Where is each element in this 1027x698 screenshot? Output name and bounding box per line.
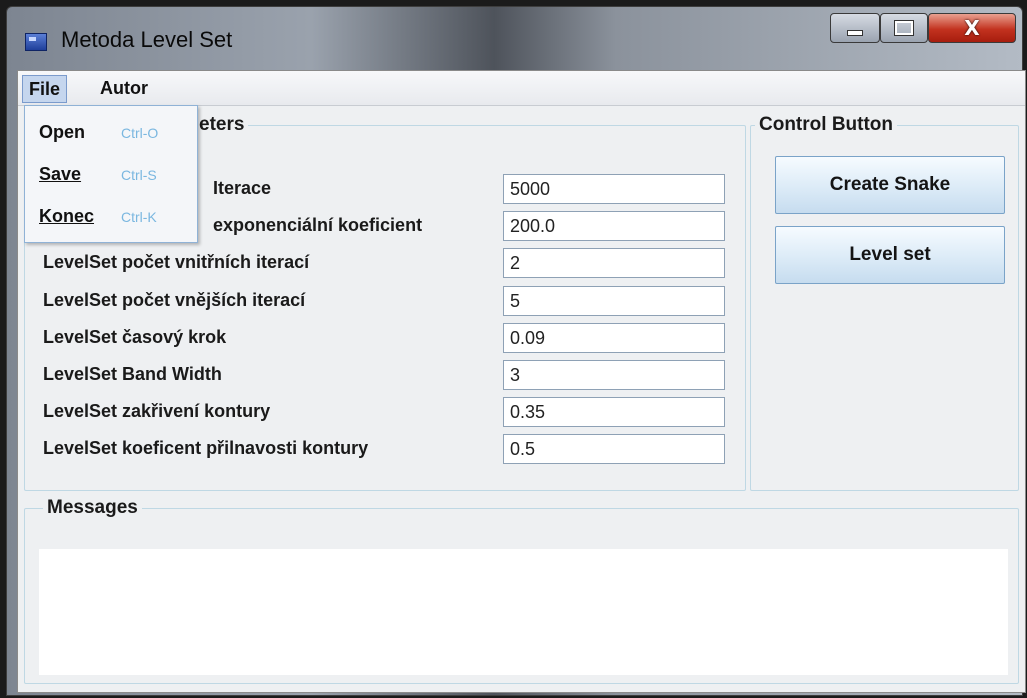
param-label-contour-curvature: LevelSet zakřivení kontury: [43, 401, 271, 421]
menu-item-open-label: Open: [39, 122, 86, 142]
inner-iterations-input[interactable]: [503, 248, 725, 278]
menu-item-open[interactable]: Open Ctrl-O: [25, 112, 197, 152]
menu-autor[interactable]: Autor: [94, 75, 154, 101]
menu-bar: File Autor: [18, 71, 1025, 106]
contour-curvature-input[interactable]: [503, 397, 725, 427]
param-label-inner-iterations: LevelSet počet vnitřních iterací: [43, 252, 310, 272]
iterace-input[interactable]: [503, 174, 725, 204]
outer-iterations-input[interactable]: [503, 286, 725, 316]
control-legend: Control Button: [755, 114, 898, 136]
band-width-input[interactable]: [503, 360, 725, 390]
menu-file[interactable]: File: [22, 75, 68, 103]
maximize-button[interactable]: [880, 13, 928, 43]
messages-text-area[interactable]: [39, 549, 1008, 675]
maximize-icon: [894, 20, 914, 36]
param-label-iterace: Iterace: [213, 178, 272, 198]
contour-adhesion-input[interactable]: [503, 434, 725, 464]
menu-item-save-label: Save: [39, 164, 82, 184]
create-snake-button[interactable]: Create Snake: [775, 156, 1005, 214]
close-button[interactable]: X: [928, 13, 1016, 43]
application-window: Metoda Level Set X File Autor eters Iter…: [6, 6, 1026, 696]
minimize-icon: [847, 30, 863, 36]
menu-item-konec[interactable]: Konec Ctrl-K: [25, 196, 197, 236]
control-panel: Control Button Create Snake Level set: [750, 114, 1019, 491]
messages-panel: Messages: [24, 497, 1019, 684]
param-label-exponential-coefficient: exponenciální koeficient: [213, 215, 423, 235]
app-icon: [25, 33, 47, 51]
window-title: Metoda Level Set: [61, 27, 233, 52]
param-label-contour-adhesion: LevelSet koeficent přilnavosti kontury: [43, 438, 369, 458]
param-label-time-step: LevelSet časový krok: [43, 327, 227, 347]
time-step-input[interactable]: [503, 323, 725, 353]
file-menu-dropdown: Open Ctrl-O Save Ctrl-S Konec Ctrl-K: [24, 105, 198, 243]
menu-item-save[interactable]: Save Ctrl-S: [25, 154, 197, 194]
messages-legend: Messages: [43, 497, 142, 519]
client-area: File Autor eters Iterace exponenciální k…: [17, 70, 1026, 693]
menu-item-konec-shortcut: Ctrl-K: [121, 209, 157, 225]
param-label-outer-iterations: LevelSet počet vnějších iterací: [43, 290, 306, 310]
exponential-coefficient-input[interactable]: [503, 211, 725, 241]
level-set-button[interactable]: Level set: [775, 226, 1005, 284]
param-label-band-width: LevelSet Band Width: [43, 364, 222, 384]
close-icon: X: [964, 16, 980, 40]
minimize-button[interactable]: [830, 13, 880, 43]
menu-item-save-shortcut: Ctrl-S: [121, 167, 157, 183]
parameters-legend: eters: [195, 114, 249, 136]
menu-item-konec-label: Konec: [39, 206, 95, 226]
title-bar[interactable]: Metoda Level Set X: [7, 7, 1022, 65]
menu-item-open-shortcut: Ctrl-O: [121, 125, 159, 141]
